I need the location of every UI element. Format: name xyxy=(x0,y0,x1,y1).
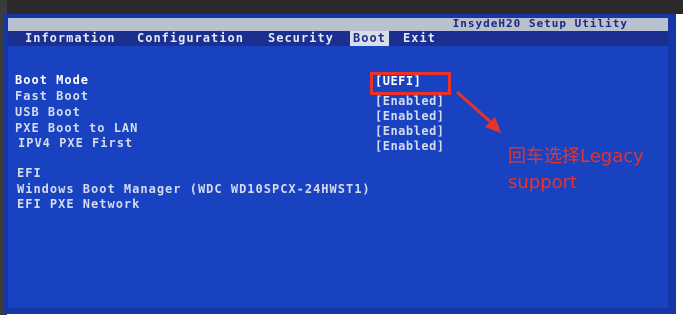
photo: InsydeH20 Setup Utility Information Conf… xyxy=(0,0,683,315)
bios-title: InsydeH20 Setup Utility xyxy=(452,17,628,30)
setting-value-usb-boot[interactable]: [Enabled] xyxy=(375,109,445,123)
setting-label-ipv4-pxe-first[interactable]: IPV4 PXE First xyxy=(18,136,133,150)
annotation-highlight-box xyxy=(370,72,451,95)
setting-label-pxe-boot-to-lan[interactable]: PXE Boot to LAN xyxy=(15,121,138,135)
setting-label-fast-boot[interactable]: Fast Boot xyxy=(15,89,89,103)
setting-value-pxe-boot-to-lan[interactable]: [Enabled] xyxy=(375,124,445,138)
title-bar: InsydeH20 Setup Utility xyxy=(8,17,668,31)
tab-configuration[interactable]: Configuration xyxy=(134,31,247,46)
setting-label-usb-boot[interactable]: USB Boot xyxy=(15,105,81,119)
tab-exit[interactable]: Exit xyxy=(400,31,439,46)
monitor-bezel-top xyxy=(0,0,683,14)
efi-heading: EFI xyxy=(17,166,42,180)
annotation-text: 回车选择Legacy support xyxy=(508,146,644,193)
efi-item-pxe-network[interactable]: EFI PXE Network xyxy=(17,197,140,211)
tab-boot[interactable]: Boot xyxy=(350,31,389,46)
setting-value-ipv4-pxe-first[interactable]: [Enabled] xyxy=(375,139,445,153)
tab-security[interactable]: Security xyxy=(265,31,337,46)
efi-item-windows-boot-manager[interactable]: Windows Boot Manager (WDC WD10SPCX-24HWS… xyxy=(17,182,371,196)
annotation-arrow-icon xyxy=(455,90,501,133)
setting-label-boot-mode[interactable]: Boot Mode xyxy=(15,73,89,87)
menu-bar: Information Configuration Security Boot … xyxy=(8,31,668,46)
setting-value-fast-boot[interactable]: [Enabled] xyxy=(375,94,445,108)
tab-information[interactable]: Information xyxy=(22,31,118,46)
